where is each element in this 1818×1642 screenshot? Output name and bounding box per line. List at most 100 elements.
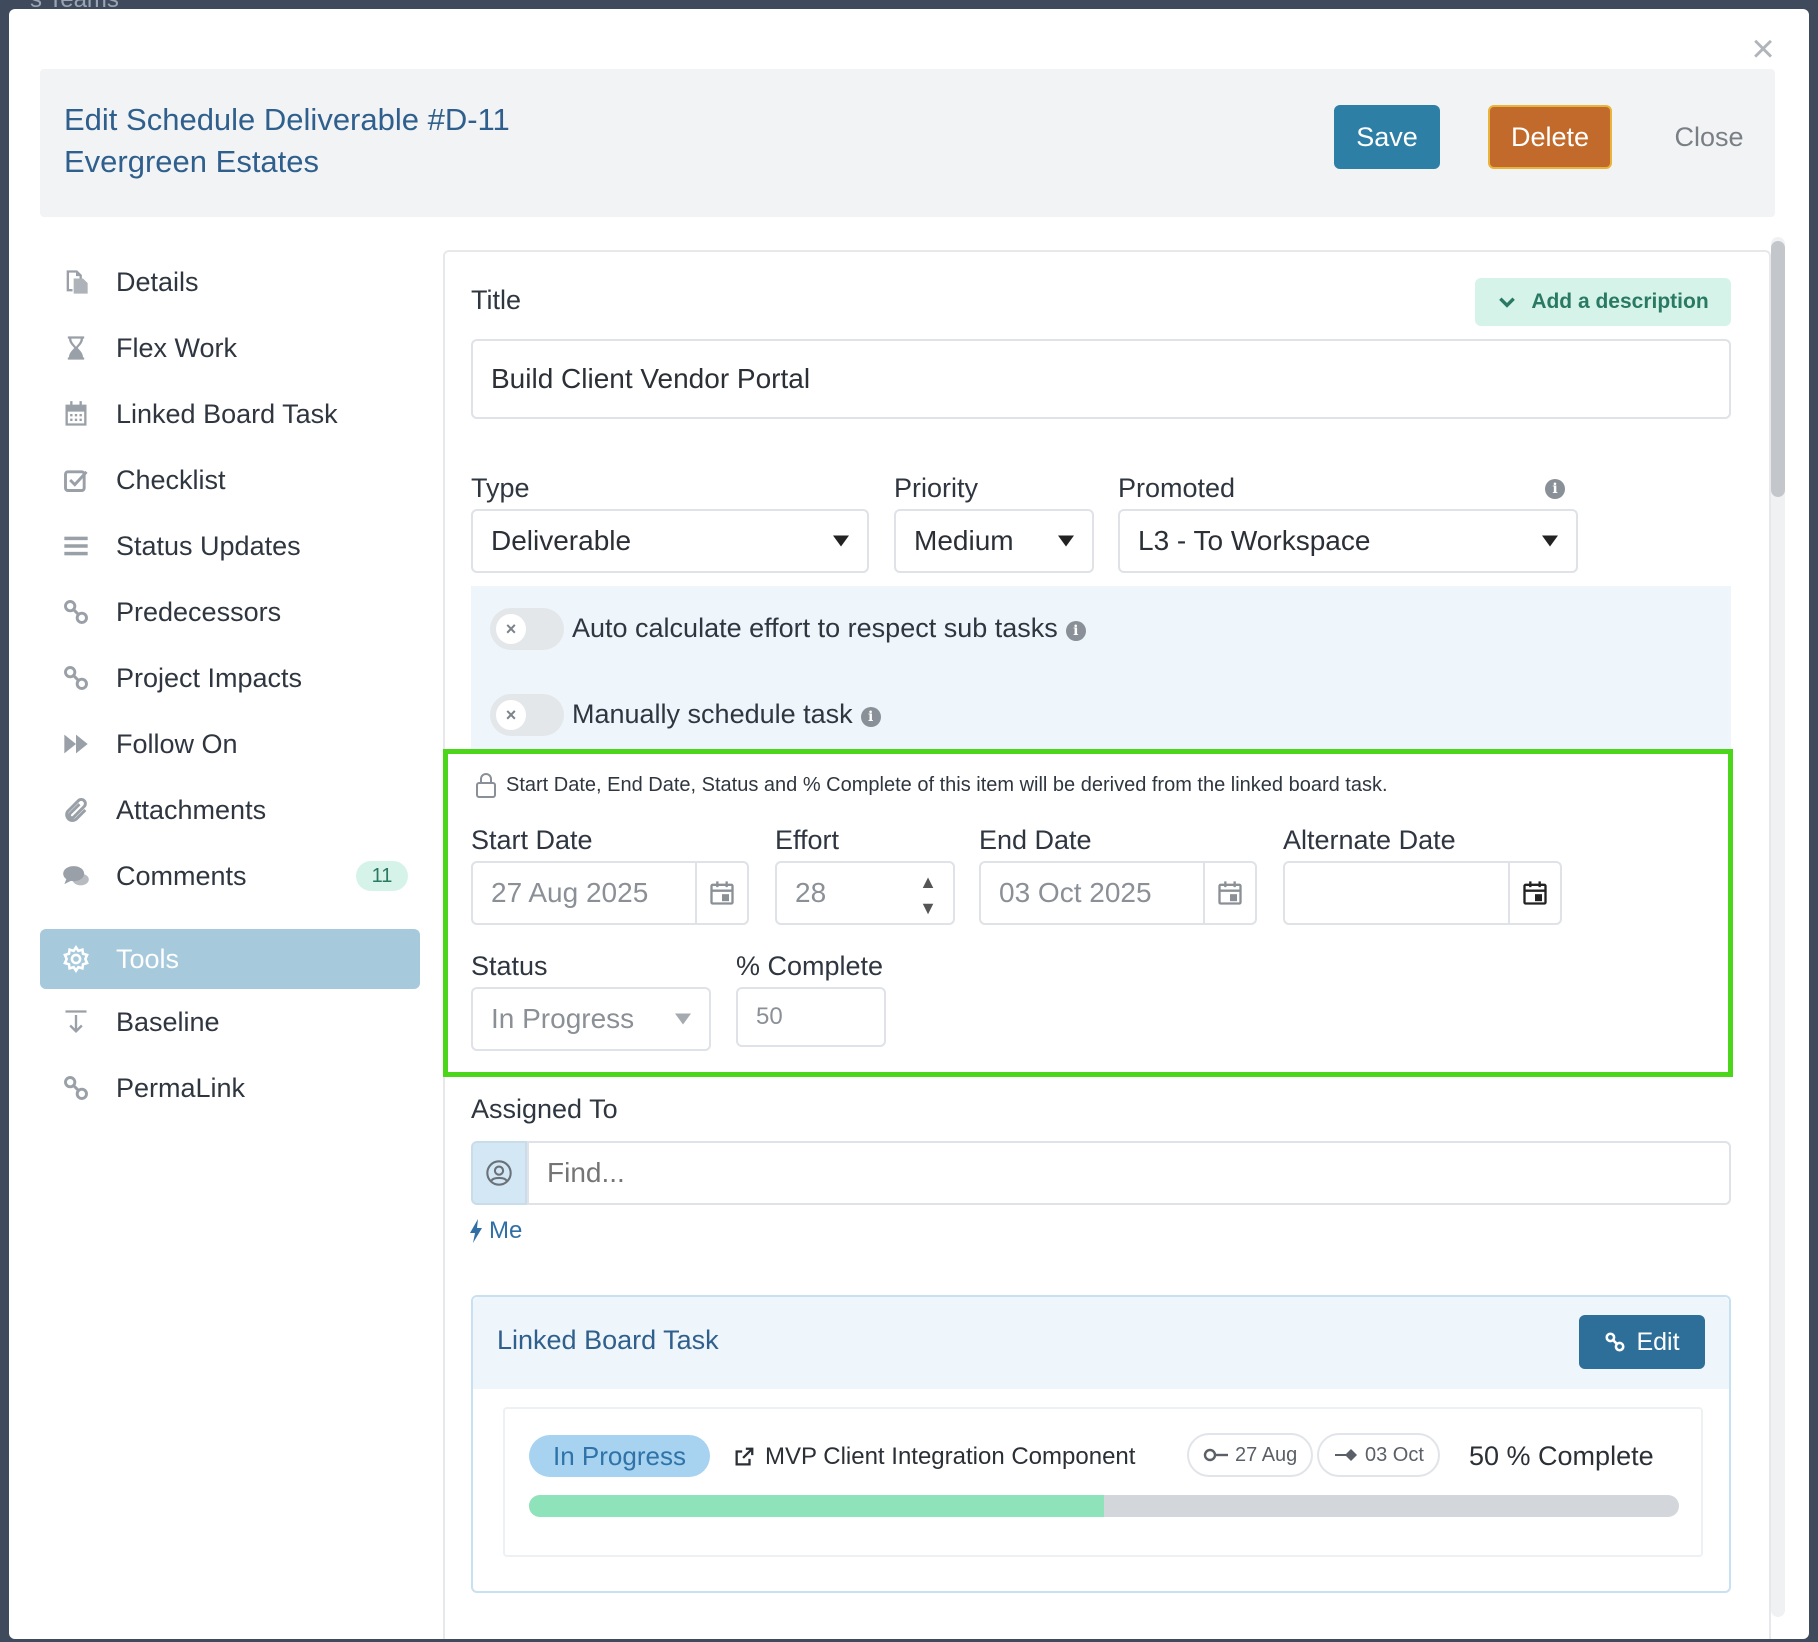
link-icon — [60, 1072, 92, 1104]
percent-complete-field[interactable]: 50 — [736, 987, 886, 1047]
add-description-button[interactable]: Add a description — [1475, 278, 1731, 326]
sidebar-item-tools[interactable]: Tools — [40, 929, 420, 989]
sidebar-item-baseline[interactable]: Baseline — [40, 989, 420, 1055]
sidebar-item-label: Baseline — [116, 1006, 220, 1037]
info-icon[interactable]: i — [1065, 621, 1086, 641]
sidebar-item-comments[interactable]: Comments 11 — [40, 843, 420, 909]
caret-down-icon — [1542, 535, 1558, 547]
priority-select[interactable]: Medium — [894, 509, 1094, 573]
start-date-field[interactable]: 27 Aug 2025 — [471, 861, 749, 925]
auto-calculate-toggle[interactable]: × — [490, 608, 564, 650]
priority-select-value: Medium — [914, 525, 1014, 556]
comments-count-badge: 11 — [356, 861, 408, 891]
effort-value: 28 — [795, 877, 827, 908]
calendar-icon[interactable] — [1203, 863, 1255, 923]
page-title: Edit Schedule Deliverable #D-11 Evergree… — [64, 99, 510, 183]
start-date-label: Start Date — [471, 825, 593, 855]
assigned-to-search-input[interactable] — [527, 1141, 1731, 1205]
promoted-label: Promoted — [1118, 473, 1236, 503]
status-select[interactable]: In Progress — [471, 987, 711, 1051]
sidebar-item-checklist[interactable]: Checklist — [40, 447, 420, 513]
sidebar-item-linked-board-task[interactable]: Linked Board Task — [40, 381, 420, 447]
scrollbar-thumb[interactable] — [1771, 241, 1785, 497]
info-icon[interactable]: i — [860, 707, 881, 727]
calendar-icon[interactable] — [695, 863, 747, 923]
title-line-project: Evergreen Estates — [64, 144, 320, 179]
type-select-value: Deliverable — [491, 525, 632, 556]
assign-to-me-link[interactable]: Me — [469, 1217, 522, 1245]
baseline-icon — [60, 1006, 92, 1038]
caret-down-icon — [833, 535, 849, 547]
alternate-date-label: Alternate Date — [1283, 825, 1456, 855]
calendar-icon — [60, 398, 92, 430]
sidebar-item-permalink[interactable]: PermaLink — [40, 1055, 420, 1121]
alternate-date-field[interactable] — [1283, 861, 1562, 925]
file-copy-icon — [60, 266, 92, 298]
title-line-deliverable: Edit Schedule Deliverable #D-11 — [64, 102, 510, 137]
end-date-label: End Date — [979, 825, 1092, 855]
add-description-label: Add a description — [1531, 290, 1709, 313]
auto-calculate-label: Auto calculate effort to respect sub tas… — [572, 613, 1086, 644]
user-icon — [471, 1141, 527, 1205]
start-date-pill: 27 Aug — [1187, 1433, 1314, 1477]
end-date-field[interactable]: 03 Oct 2025 — [979, 861, 1257, 925]
paperclip-icon — [60, 794, 92, 826]
sidebar-item-project-impacts[interactable]: Project Impacts — [40, 645, 420, 711]
percent-complete-text: 50 % Complete — [1469, 1441, 1654, 1471]
x-icon: × — [496, 700, 526, 730]
edit-link-button[interactable]: Edit — [1579, 1315, 1705, 1369]
status-label: Status — [471, 951, 548, 981]
bars-icon — [60, 530, 92, 562]
derived-note: Start Date, End Date, Status and % Compl… — [474, 771, 1388, 799]
close-icon[interactable]: × — [1745, 29, 1781, 69]
effort-label: Effort — [775, 825, 840, 855]
derived-note-text: Start Date, End Date, Status and % Compl… — [506, 773, 1388, 796]
caret-down-icon — [675, 1013, 691, 1025]
title-input-value: Build Client Vendor Portal — [491, 363, 811, 394]
manual-schedule-label: Manually schedule task i — [572, 699, 881, 730]
effort-stepper[interactable]: 28 ▲ ▼ — [775, 861, 955, 925]
manual-schedule-text: Manually schedule task — [572, 699, 853, 729]
sidebar-item-label: Checklist — [116, 464, 226, 495]
check-square-icon — [60, 464, 92, 496]
linked-board-task-header: Linked Board Task Edit — [473, 1297, 1729, 1389]
hourglass-icon — [60, 332, 92, 364]
bolt-icon — [470, 1219, 482, 1243]
sidebar-item-label: Project Impacts — [116, 662, 303, 693]
sidebar-item-label: PermaLink — [116, 1072, 246, 1103]
x-icon: × — [496, 614, 526, 644]
linked-board-task-card: Linked Board Task Edit In Progress MVP C… — [471, 1295, 1731, 1593]
save-button[interactable]: Save — [1334, 105, 1440, 169]
sidebar-item-follow-on[interactable]: Follow On — [40, 711, 420, 777]
priority-label: Priority — [894, 473, 979, 503]
progress-bar — [529, 1495, 1679, 1517]
sidebar-item-label: Flex Work — [116, 332, 238, 363]
sidebar-item-label: Comments — [116, 860, 247, 891]
calendar-icon[interactable] — [1508, 863, 1560, 923]
me-label: Me — [489, 1217, 523, 1244]
auto-calculate-text: Auto calculate effort to respect sub tas… — [572, 613, 1058, 643]
sidebar-item-flex-work[interactable]: Flex Work — [40, 315, 420, 381]
sidebar-item-predecessors[interactable]: Predecessors — [40, 579, 420, 645]
start-date-text: 27 Aug — [1235, 1443, 1298, 1466]
linked-task-row: In Progress MVP Client Integration Compo… — [503, 1407, 1703, 1557]
close-button[interactable]: Close — [1649, 109, 1769, 165]
edit-deliverable-modal: × Edit Schedule Deliverable #D-11 Evergr… — [9, 9, 1809, 1639]
manual-schedule-toggle[interactable]: × — [490, 694, 564, 736]
title-input[interactable]: Build Client Vendor Portal — [471, 339, 1731, 419]
end-date-pill: 03 Oct — [1317, 1433, 1440, 1477]
sidebar-item-details[interactable]: Details — [40, 249, 420, 315]
promoted-select[interactable]: L3 - To Workspace — [1118, 509, 1578, 573]
stepper-arrows-icon[interactable]: ▲ ▼ — [919, 869, 937, 921]
linked-task-link[interactable]: MVP Client Integration Component — [733, 1443, 1135, 1471]
sidebar-item-label: Follow On — [116, 728, 238, 759]
delete-button[interactable]: Delete — [1488, 105, 1612, 169]
sidebar-item-attachments[interactable]: Attachments — [40, 777, 420, 843]
type-select[interactable]: Deliverable — [471, 509, 869, 573]
linked-task-name: MVP Client Integration Component — [765, 1443, 1136, 1470]
info-icon[interactable]: i — [1545, 479, 1565, 499]
link-icon — [1605, 1332, 1625, 1352]
percent-complete-value: 50 — [756, 1003, 783, 1030]
start-date-value: 27 Aug 2025 — [491, 877, 649, 908]
sidebar-item-status-updates[interactable]: Status Updates — [40, 513, 420, 579]
